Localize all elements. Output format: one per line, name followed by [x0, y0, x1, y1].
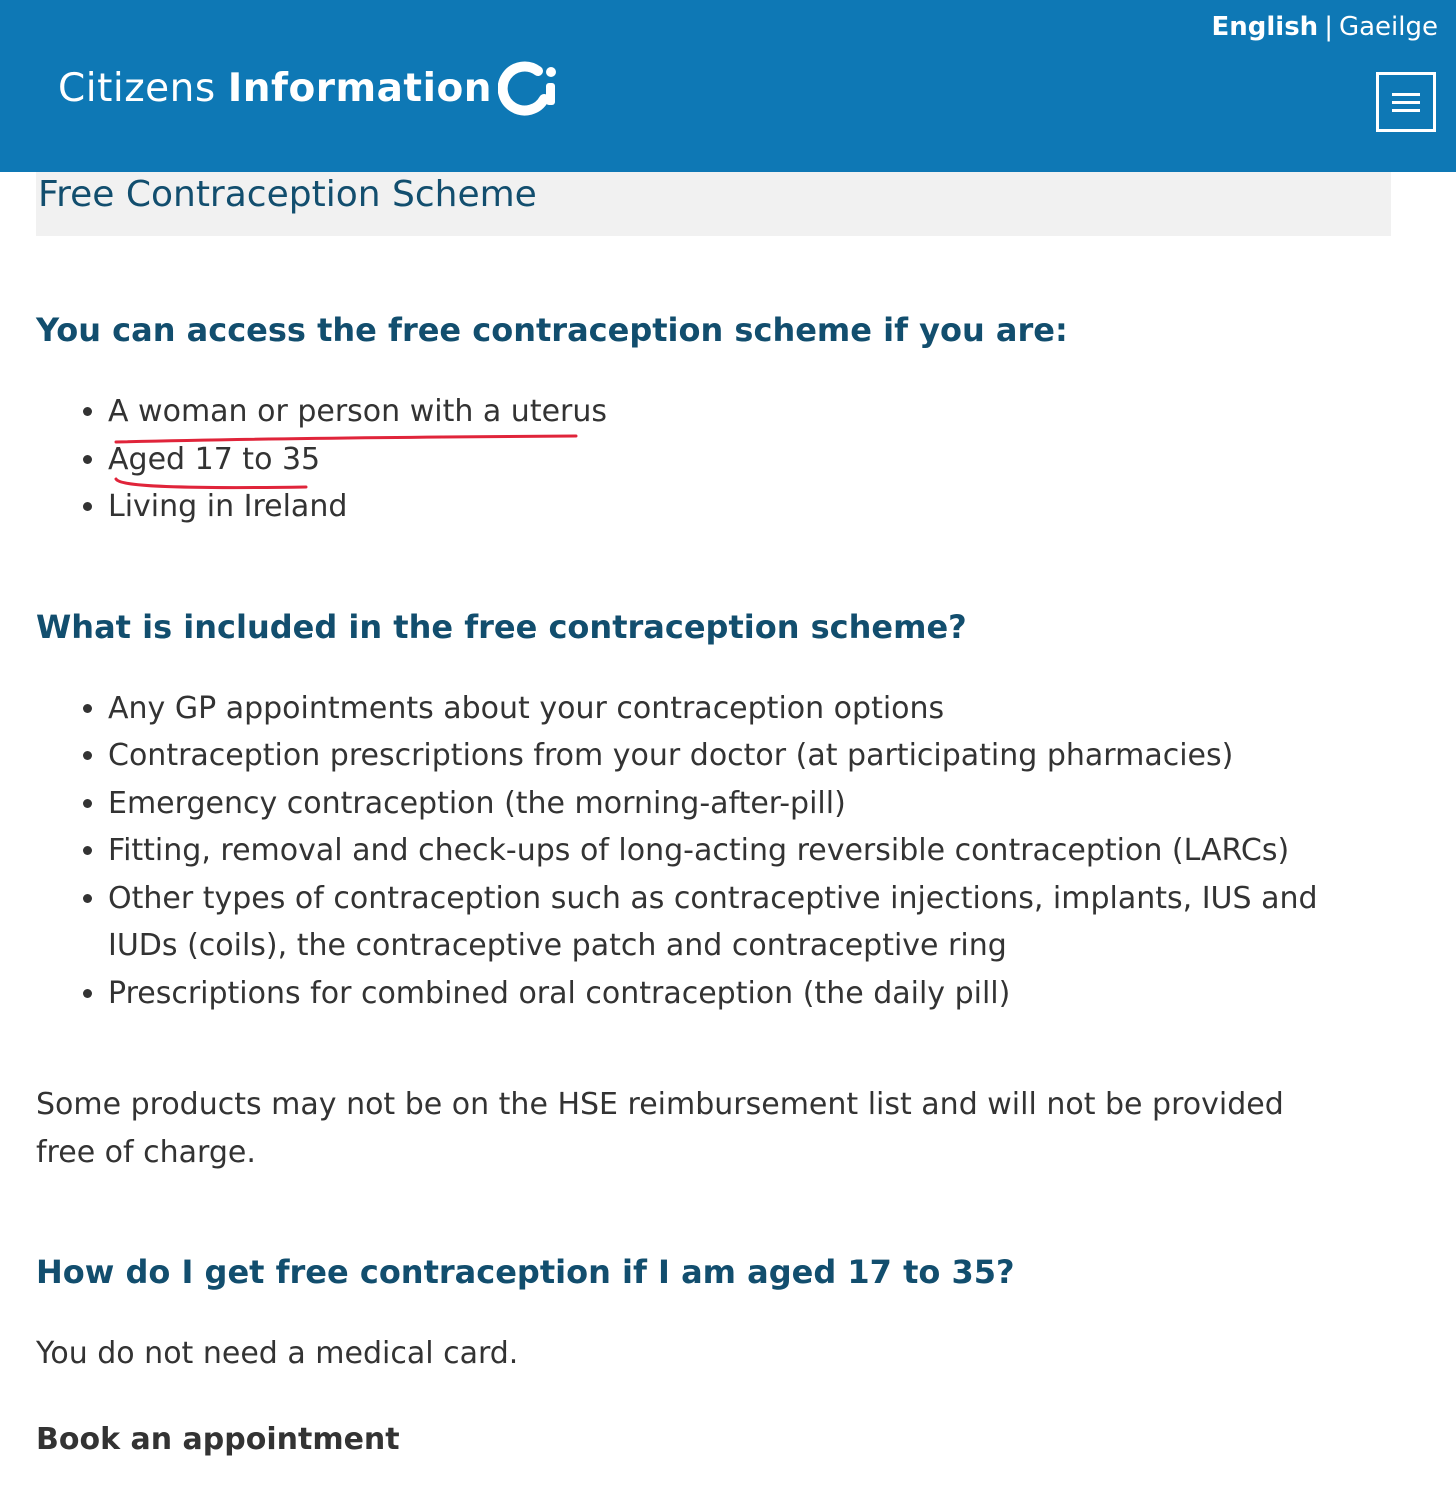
access-item-age: Aged 17 to 35 — [108, 441, 321, 477]
access-item-uterus: A woman or person with a uterus — [108, 394, 608, 429]
red-underline-mark — [114, 477, 308, 490]
language-english-link[interactable]: English — [1212, 12, 1319, 42]
list-item: Contraception prescriptions from your do… — [108, 732, 1416, 780]
menu-button[interactable] — [1376, 72, 1436, 132]
list-item: Emergency contraception (the morning-aft… — [108, 780, 1416, 828]
included-heading: What is included in the free contracepti… — [36, 607, 967, 646]
underlined-text: A woman or person with a uterus — [108, 388, 608, 443]
list-item: Aged 17 to 35 — [108, 436, 1416, 490]
hamburger-icon — [1392, 93, 1420, 112]
language-switcher: English | Gaeilge — [1212, 10, 1439, 44]
how-heading: How do I get free contraception if I am … — [36, 1253, 1015, 1291]
book-appointment-heading: Book an appointment — [36, 1421, 400, 1457]
list-item: A woman or person with a uterus — [108, 388, 1416, 443]
included-list: Any GP appointments about your contracep… — [36, 685, 1416, 1018]
list-item: Other types of contraception such as con… — [108, 875, 1338, 970]
underlined-text: Aged 17 to 35 — [108, 436, 321, 490]
access-heading: You can access the free contraception sc… — [36, 311, 1068, 349]
page-title: Free Contraception Scheme — [38, 174, 537, 215]
ci-logo-icon — [498, 61, 556, 116]
language-separator: | — [1324, 12, 1333, 42]
list-item: Any GP appointments about your contracep… — [108, 685, 1416, 733]
language-gaeilge-link[interactable]: Gaeilge — [1339, 12, 1438, 42]
list-item: Prescriptions for combined oral contrace… — [108, 970, 1416, 1018]
site-header: English | Gaeilge Citizens Information — [0, 0, 1456, 172]
list-item: Fitting, removal and check-ups of long-a… — [108, 827, 1416, 875]
site-logo[interactable]: Citizens Information — [58, 55, 560, 121]
page-title-band: Free Contraception Scheme — [36, 172, 1391, 236]
access-list: A woman or person with a uterus Aged 17 … — [36, 388, 1416, 531]
logo-text-information: Information — [227, 65, 492, 111]
reimbursement-note: Some products may not be on the HSE reim… — [36, 1087, 1284, 1170]
main-content: You can access the free contraception sc… — [36, 236, 1416, 1487]
logo-text-citizens: Citizens — [58, 65, 216, 111]
medical-card-note: You do not need a medical card. — [36, 1336, 519, 1371]
